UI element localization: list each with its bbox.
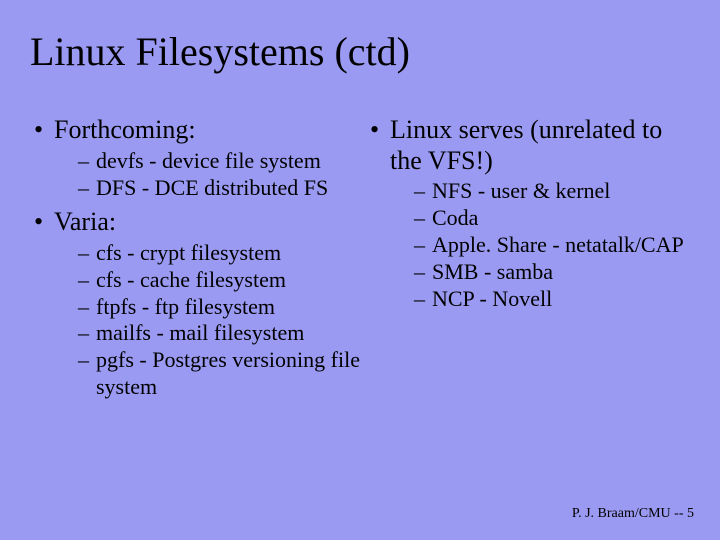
list-item: Apple. Share - netatalk/CAP [414,232,696,259]
list-item: DFS - DCE distributed FS [78,175,360,202]
list-item: NFS - user & kernel [414,178,696,205]
slide-title: Linux Filesystems (ctd) [30,28,690,75]
varia-heading: Varia: cfs - crypt filesystem cfs - cach… [30,207,360,401]
right-column: Linux serves (unrelated to the VFS!) NFS… [366,115,696,407]
forthcoming-heading: Forthcoming: devfs - device file system … [30,115,360,201]
slide: Linux Filesystems (ctd) Forthcoming: dev… [0,0,720,540]
item-text: DFS - DCE distributed FS [96,175,328,200]
item-text: cfs - crypt filesystem [96,240,281,265]
list-item: cfs - crypt filesystem [78,240,360,267]
item-text: pgfs - Postgres versioning file system [96,347,360,399]
left-column: Forthcoming: devfs - device file system … [30,115,360,407]
item-text: mailfs - mail filesystem [96,320,304,345]
item-text: Apple. Share - netatalk/CAP [432,232,684,257]
slide-footer: P. J. Braam/CMU -- 5 [572,506,694,522]
content-columns: Forthcoming: devfs - device file system … [30,115,690,407]
forthcoming-label: Forthcoming: [54,115,196,144]
list-item: pgfs - Postgres versioning file system [78,347,360,401]
item-text: Coda [432,205,478,230]
list-item: NCP - Novell [414,286,696,313]
list-item: cfs - cache filesystem [78,267,360,294]
linux-serves-heading: Linux serves (unrelated to the VFS!) NFS… [366,115,696,312]
item-text: SMB - samba [432,259,553,284]
list-item: devfs - device file system [78,148,360,175]
item-text: cfs - cache filesystem [96,267,286,292]
list-item: SMB - samba [414,259,696,286]
item-text: NFS - user & kernel [432,178,610,203]
linux-serves-label: Linux serves (unrelated to the VFS!) [390,115,662,175]
item-text: NCP - Novell [432,286,552,311]
list-item: ftpfs - ftp filesystem [78,294,360,321]
item-text: devfs - device file system [96,148,321,173]
item-text: ftpfs - ftp filesystem [96,294,275,319]
list-item: mailfs - mail filesystem [78,320,360,347]
varia-label: Varia: [54,207,116,236]
list-item: Coda [414,205,696,232]
